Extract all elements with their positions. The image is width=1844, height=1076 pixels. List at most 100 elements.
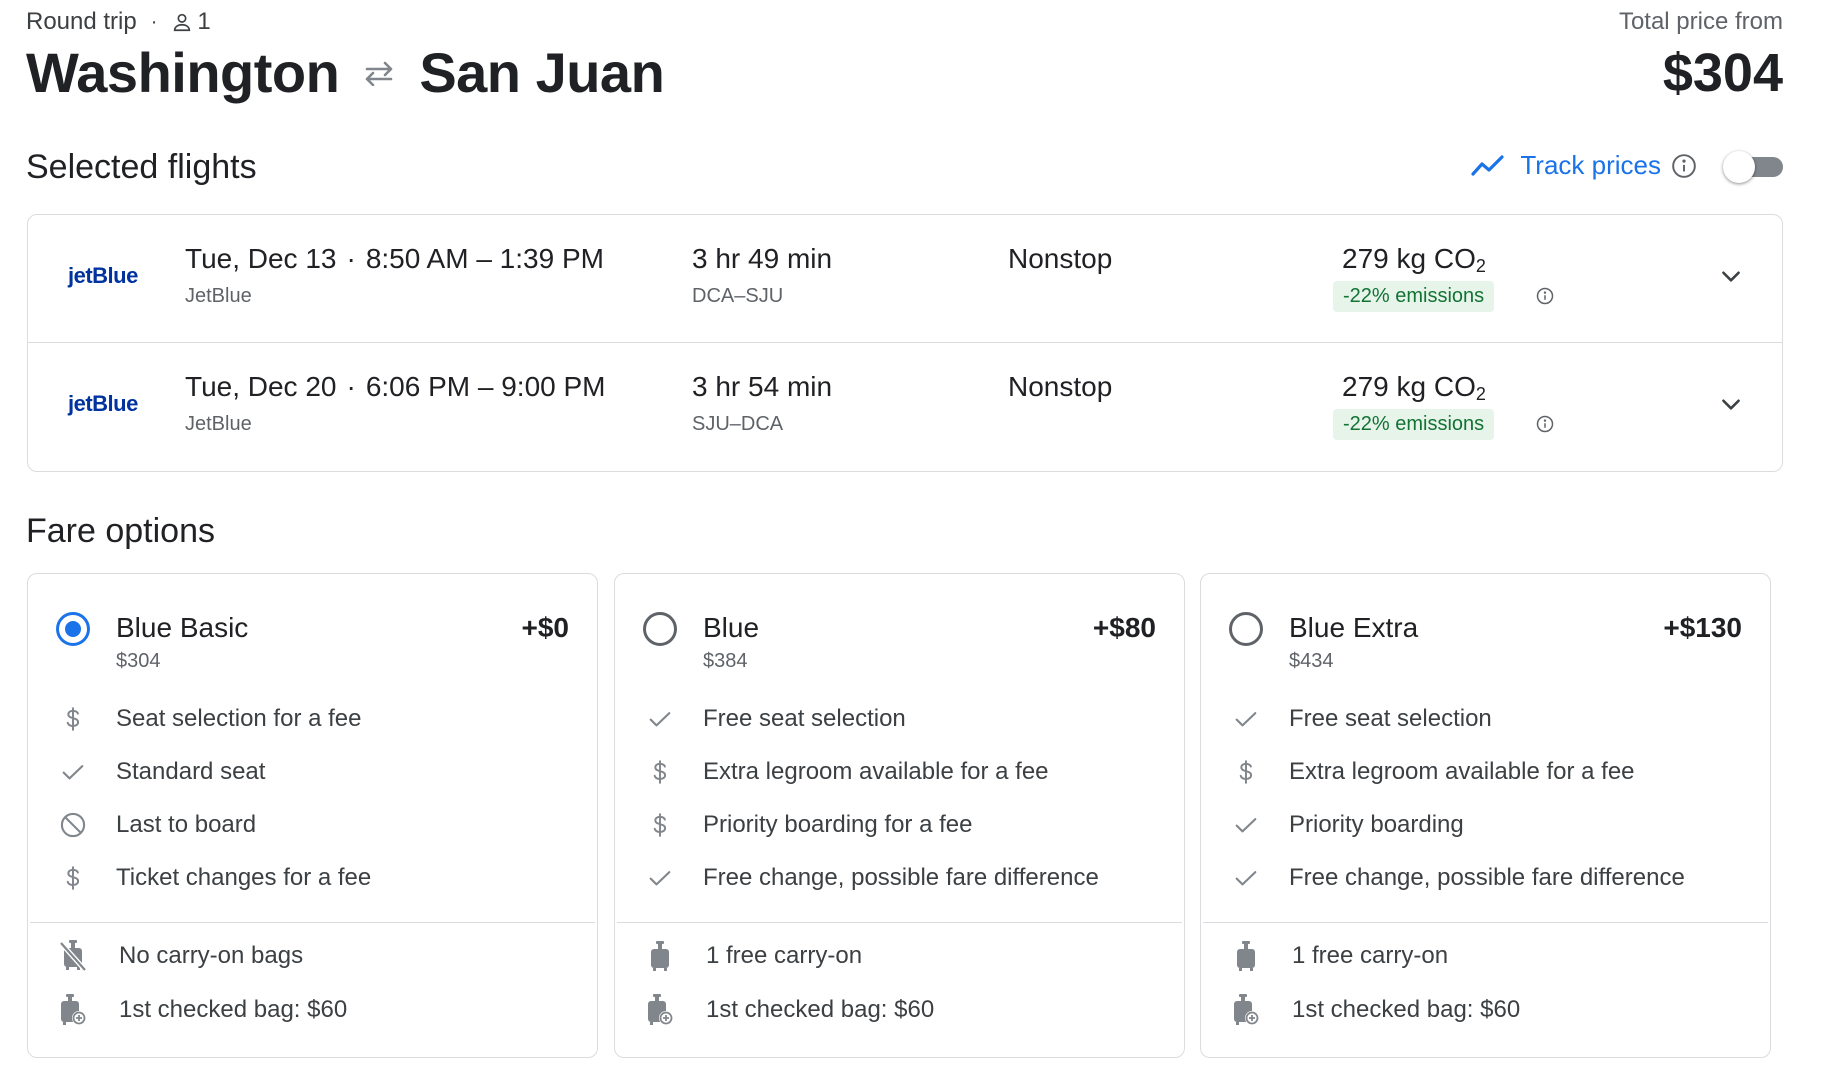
fare-feature: Standard seat <box>28 757 597 810</box>
flight-stops: Nonstop <box>1008 243 1113 274</box>
fare-card[interactable]: Blue $384 +$80 Free seat selection Extra leg… <box>614 573 1185 1058</box>
fare-feature-text: Free change, possible fare difference <box>1289 864 1685 891</box>
flight-stops: Nonstop <box>1008 371 1113 402</box>
dollar-icon <box>58 863 88 893</box>
fare-baggage-text: No carry-on bags <box>119 942 304 969</box>
fare-options-heading: Fare options <box>26 512 215 550</box>
info-icon[interactable] <box>1671 153 1697 179</box>
checked-bag-icon <box>645 993 675 1027</box>
fare-feature-text: Priority boarding <box>1289 811 1464 838</box>
check-icon <box>1231 704 1261 734</box>
fare-feature-text: Extra legroom available for a fee <box>703 758 1049 785</box>
fare-feature: Ticket changes for a fee <box>28 863 597 916</box>
flight-date: Tue, Dec 13 <box>185 243 337 274</box>
fare-baggage-text: 1st checked bag: $60 <box>706 996 935 1023</box>
separator-dot: · <box>346 371 356 402</box>
fare-name: Blue Extra <box>1289 612 1419 643</box>
flight-times: 8:50 AM – 1:39 PM <box>365 243 604 274</box>
flight-date-times: Tue, Dec 13 · 8:50 AM – 1:39 PM <box>185 243 604 275</box>
separator-dot: · <box>346 243 356 274</box>
fare-baggage-text: 1 free carry-on <box>1292 942 1449 969</box>
fare-baggage: 1 free carry-on <box>1201 939 1770 993</box>
trip-type: Round trip <box>26 8 137 35</box>
flight-co2: 279 kg CO2 <box>1342 371 1486 405</box>
fare-baggage: 1st checked bag: $60 <box>615 993 1184 1047</box>
co2-subscript: 2 <box>1475 384 1486 404</box>
divider <box>30 922 595 923</box>
flight-airline: JetBlue <box>185 413 252 435</box>
fare-baggage-text: 1st checked bag: $60 <box>119 996 348 1023</box>
fare-feature-text: Standard seat <box>116 758 266 785</box>
dollar-icon <box>58 704 88 734</box>
fare-feature-text: Ticket changes for a fee <box>116 864 372 891</box>
chevron-down-icon[interactable] <box>1718 263 1744 289</box>
fare-feature-text: Free change, possible fare difference <box>703 864 1099 891</box>
fare-card[interactable]: Blue Basic $304 +$0 Seat selection for a fe… <box>27 573 598 1058</box>
fare-card[interactable]: Blue Extra $434 +$130 Free seat selection Ex… <box>1200 573 1771 1058</box>
flight-airports: SJU–DCA <box>692 413 784 435</box>
destination-city: San Juan <box>419 41 665 104</box>
fare-price-difference: +$0 <box>521 612 570 643</box>
check-icon <box>1231 810 1261 840</box>
fare-radio[interactable] <box>1229 612 1263 646</box>
check-icon <box>58 757 88 787</box>
flight-row-return[interactable]: jetBlue Tue, Dec 20 · 6:06 PM – 9:00 PM Je… <box>28 343 1782 471</box>
chevron-down-icon[interactable] <box>1718 391 1744 417</box>
info-icon[interactable] <box>1536 415 1554 433</box>
carry-on-icon <box>1231 939 1261 973</box>
fare-feature-text: Free seat selection <box>703 705 906 732</box>
total-price-label: Total price from <box>1618 8 1783 35</box>
fare-radio[interactable] <box>643 612 677 646</box>
emissions-badge: -22% emissions <box>1333 281 1495 312</box>
flight-row-outbound[interactable]: jetBlue Tue, Dec 13 · 8:50 AM – 1:39 PM Je… <box>28 215 1782 343</box>
total-price: $304 <box>1662 43 1783 103</box>
flight-date: Tue, Dec 20 <box>185 371 337 402</box>
check-icon <box>1231 863 1261 893</box>
fare-price: $304 <box>116 650 161 672</box>
fare-feature: Priority boarding for a fee <box>615 810 1184 863</box>
fare-baggage-list: 1 free carry-on 1st checked bag: $60 <box>1201 939 1770 1047</box>
divider <box>617 922 1182 923</box>
flight-co2: 279 kg CO2 <box>1342 243 1486 277</box>
flight-times: 6:06 PM – 9:00 PM <box>365 371 606 402</box>
fare-price-difference: +$80 <box>1092 612 1156 643</box>
carry-on-icon <box>645 939 675 973</box>
fare-baggage: 1st checked bag: $60 <box>1201 993 1770 1047</box>
fare-features-list: Free seat selection Extra legroom availab… <box>1201 704 1770 916</box>
checked-bag-icon <box>58 993 88 1027</box>
fare-baggage-list: 1 free carry-on 1st checked bag: $60 <box>615 939 1184 1047</box>
check-icon <box>645 863 675 893</box>
fare-price-difference: +$130 <box>1663 612 1742 643</box>
fare-feature: Seat selection for a fee <box>28 704 597 757</box>
fare-name: Blue <box>703 612 760 643</box>
fare-feature: Free change, possible fare difference <box>615 863 1184 916</box>
divider <box>1203 922 1768 923</box>
info-icon[interactable] <box>1536 287 1554 305</box>
track-prices[interactable]: Track prices <box>1470 150 1783 183</box>
dollar-icon <box>645 757 675 787</box>
fare-baggage-text: 1st checked bag: $60 <box>1292 996 1521 1023</box>
track-prices-label[interactable]: Track prices <box>1520 150 1661 181</box>
jetblue-logo: jetBlue <box>68 391 138 416</box>
co2-value: 279 kg CO <box>1342 371 1476 402</box>
fare-price: $434 <box>1289 650 1334 672</box>
trend-line-icon <box>1471 154 1504 176</box>
fare-feature: Last to board <box>28 810 597 863</box>
route-title: Washington San Juan <box>26 40 665 105</box>
fare-feature-text: Priority boarding for a fee <box>703 811 973 838</box>
fare-baggage: 1st checked bag: $60 <box>28 993 597 1047</box>
dollar-icon <box>645 810 675 840</box>
flight-airline: JetBlue <box>185 285 252 307</box>
fare-feature-text: Seat selection for a fee <box>116 705 362 732</box>
fare-baggage: No carry-on bags <box>28 939 597 993</box>
jetblue-logo: jetBlue <box>68 263 138 288</box>
origin-city: Washington <box>26 41 340 104</box>
separator-dot: · <box>150 10 158 33</box>
no-carry-on-icon <box>58 939 88 973</box>
check-icon <box>645 704 675 734</box>
fare-radio[interactable] <box>56 612 90 646</box>
flight-duration: 3 hr 49 min <box>692 243 833 274</box>
passenger-count: 1 <box>197 8 211 35</box>
swap-arrows-icon <box>361 60 397 86</box>
track-prices-toggle[interactable] <box>1723 150 1783 183</box>
